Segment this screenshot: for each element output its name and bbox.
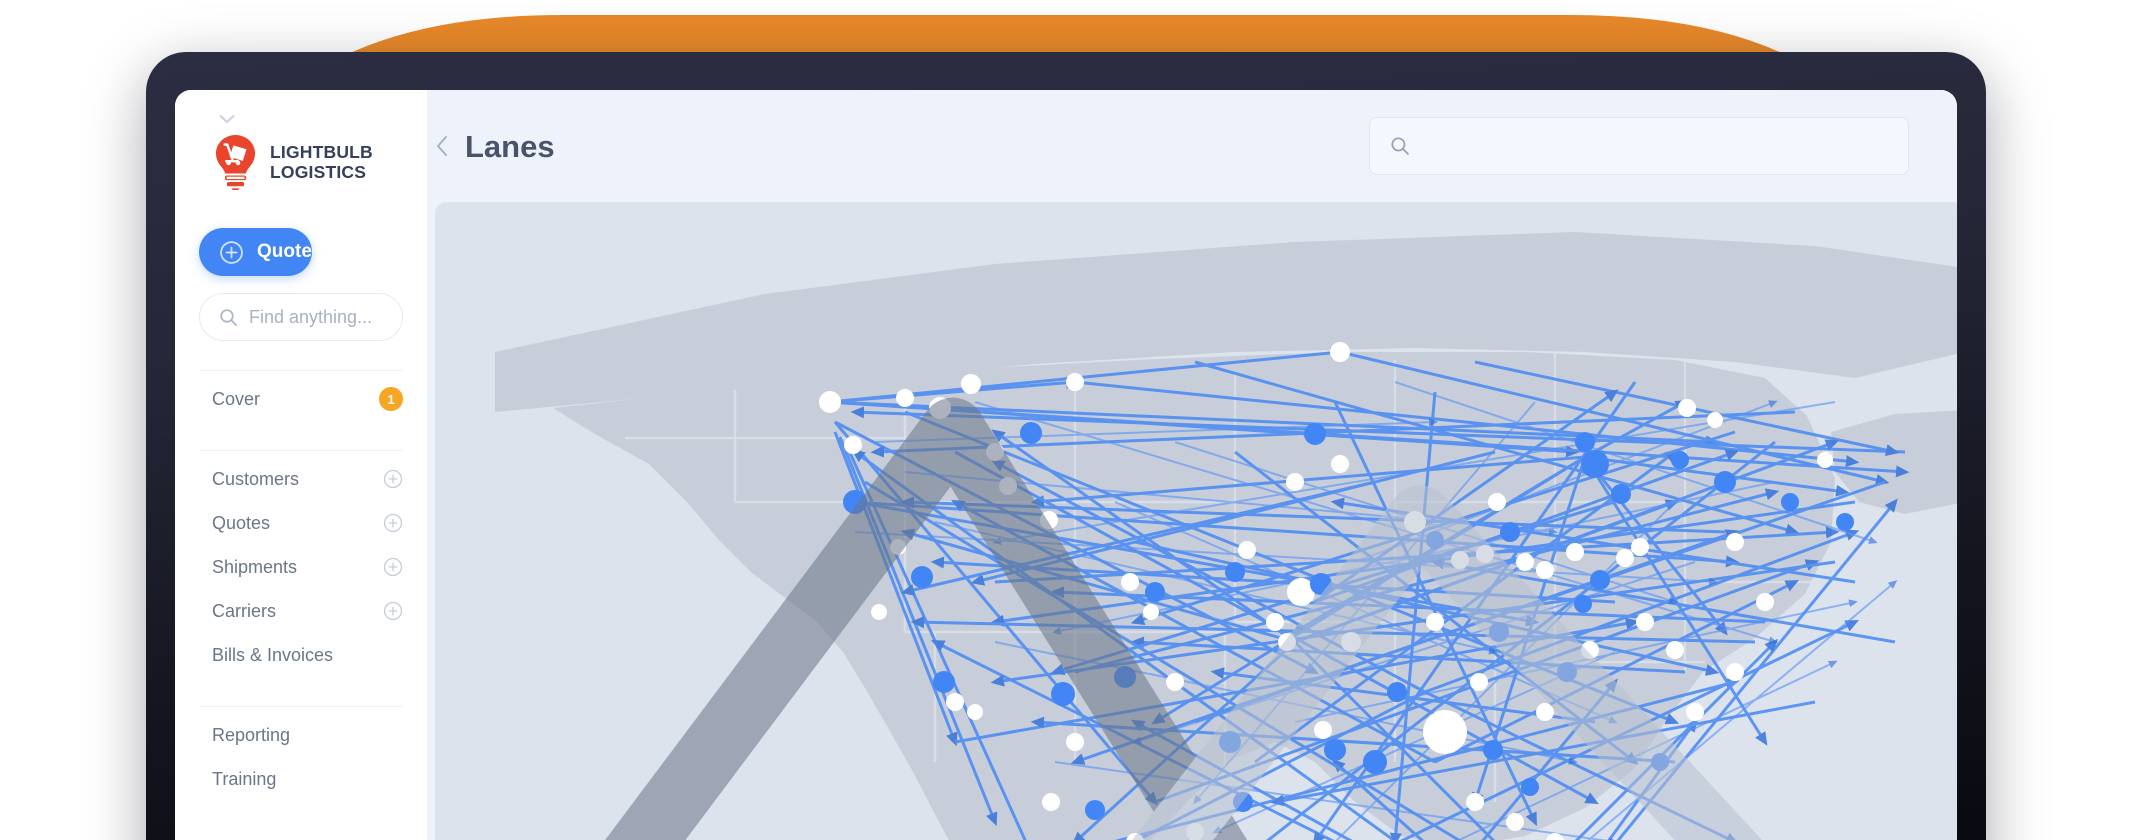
device-bezel: LIGHTBULB LOGISTICS Quote Find anything.… bbox=[146, 52, 1986, 840]
sidebar-search-input[interactable] bbox=[249, 306, 402, 328]
sidebar-item-bills-and-invoices[interactable]: Bills & Invoices bbox=[175, 633, 427, 677]
sidebar-item-label: Customers bbox=[212, 469, 300, 489]
screenshot-stage: LIGHTBULB LOGISTICS Quote Find anything.… bbox=[0, 0, 2132, 840]
sidebar-group-sections: Customers Quotes Shipments Carriers Bill… bbox=[175, 451, 427, 677]
sidebar-item-training[interactable]: Training bbox=[175, 757, 427, 801]
sidebar-item-cover[interactable]: Cover 1 bbox=[175, 377, 427, 421]
plus-circle-icon[interactable] bbox=[383, 469, 403, 489]
brand-line-2: LOGISTICS bbox=[270, 162, 367, 182]
brand-line-1: LIGHTBULB bbox=[270, 141, 373, 162]
plus-circle-icon[interactable] bbox=[383, 557, 403, 577]
sidebar-item-label: Cover bbox=[212, 389, 261, 409]
status-badge: 1 bbox=[379, 387, 403, 411]
sidebar-item-label: Reporting bbox=[212, 725, 291, 745]
topbar: Lanes bbox=[427, 90, 1957, 202]
quote-button[interactable]: Quote bbox=[199, 228, 312, 276]
sidebar-item-label: Carriers bbox=[212, 601, 277, 621]
sidebar-item-quotes[interactable]: Quotes bbox=[175, 501, 427, 545]
plus-circle-icon bbox=[220, 240, 243, 264]
sidebar-item-label: Quotes bbox=[212, 513, 271, 533]
brand-logo[interactable]: LIGHTBULB LOGISTICS bbox=[175, 90, 427, 190]
main-panel: Lanes bbox=[427, 90, 1957, 840]
quote-button-label: Quote bbox=[257, 241, 312, 262]
header-search-input[interactable] bbox=[1422, 136, 1908, 156]
brand-name: LIGHTBULB LOGISTICS bbox=[270, 142, 373, 183]
sidebar-item-shipments[interactable]: Shipments bbox=[175, 545, 427, 589]
lightbulb-dolly-icon bbox=[216, 135, 255, 190]
search-icon bbox=[1391, 137, 1409, 155]
sidebar-item-carriers[interactable]: Carriers bbox=[175, 589, 427, 633]
sidebar-item-reporting[interactable]: Reporting bbox=[175, 713, 427, 757]
sidebar-item-label: Shipments bbox=[212, 557, 298, 577]
sidebar-item-label: Training bbox=[212, 769, 277, 789]
lane-network-map[interactable] bbox=[435, 202, 1957, 840]
search-icon bbox=[220, 308, 237, 326]
page-title: Lanes bbox=[465, 128, 555, 164]
chevron-left-icon[interactable] bbox=[435, 135, 449, 157]
plus-circle-icon[interactable] bbox=[383, 601, 403, 621]
chevron-down-icon[interactable] bbox=[219, 114, 235, 124]
mountains-image-icon bbox=[605, 397, 1763, 840]
sidebar-item-label: Bills & Invoices bbox=[212, 645, 334, 665]
app-screen: LIGHTBULB LOGISTICS Quote Find anything.… bbox=[175, 90, 1957, 840]
sidebar-item-customers[interactable]: Customers bbox=[175, 457, 427, 501]
sidebar-search[interactable] bbox=[199, 293, 403, 341]
sidebar: LIGHTBULB LOGISTICS Quote Find anything.… bbox=[175, 90, 427, 840]
sidebar-group-primary: Cover 1 bbox=[175, 371, 427, 421]
sidebar-group-footer: Reporting Training bbox=[175, 707, 427, 801]
header-search[interactable] bbox=[1369, 117, 1909, 175]
plus-circle-icon[interactable] bbox=[383, 513, 403, 533]
breadcrumb: Lanes bbox=[435, 131, 555, 162]
